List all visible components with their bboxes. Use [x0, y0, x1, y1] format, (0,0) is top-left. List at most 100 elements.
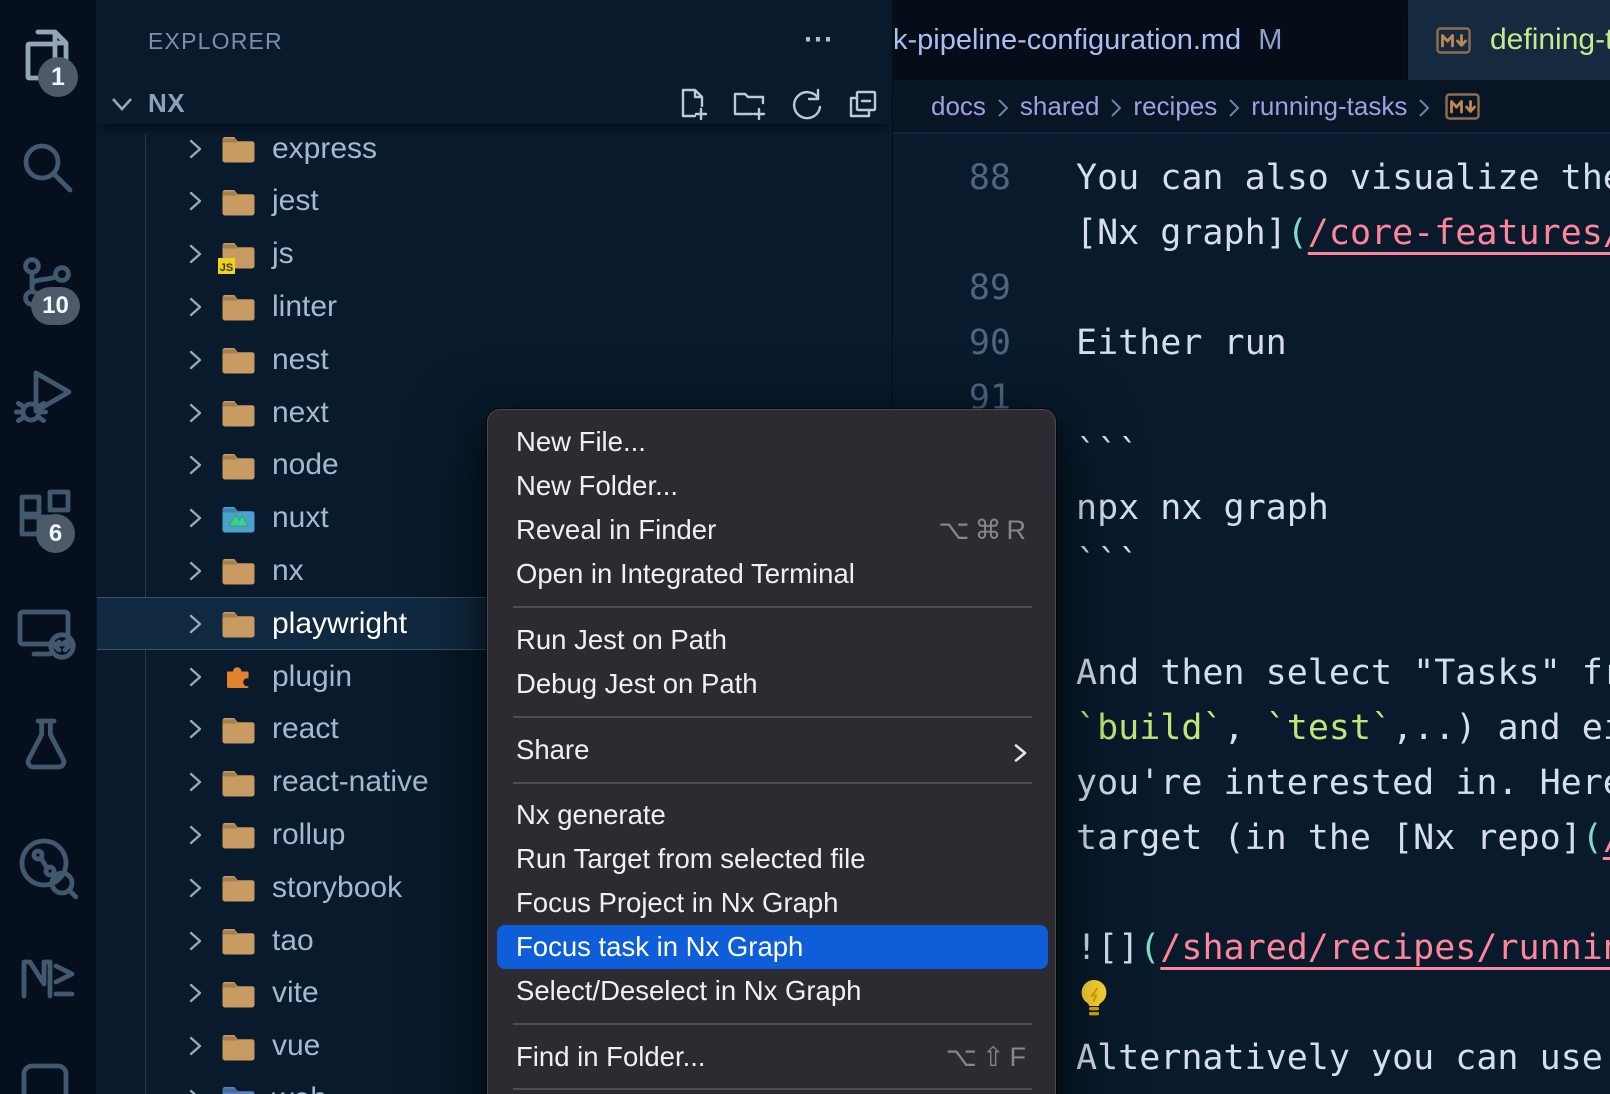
tree-item-jest[interactable]: jest — [97, 175, 891, 228]
code-line-text: Either run — [1076, 316, 1287, 371]
tree-item-label: tao — [272, 924, 314, 958]
code-line-text: [Nx graph](/core-features/explore-graph — [1076, 206, 1610, 261]
js-badge: JS — [218, 258, 235, 274]
activity-bar-item-run-and-debug[interactable] — [0, 348, 96, 444]
tree-item-linter[interactable]: linter — [97, 280, 891, 333]
code-line: 89 — [893, 261, 1610, 316]
code-text: ,..) and either choose — [1392, 708, 1610, 748]
chevron-right-icon[interactable] — [182, 875, 208, 901]
more-actions-icon[interactable]: ⋯ — [803, 22, 836, 57]
chevron-right-icon[interactable] — [182, 822, 208, 848]
debug-icon — [14, 362, 78, 426]
collapse-all-button[interactable] — [834, 85, 891, 123]
activity-bar: 1 10 6 — [0, 0, 96, 1094]
breadcrumb-item-recipes[interactable]: recipes — [1133, 91, 1217, 122]
chevron-right-icon[interactable] — [182, 452, 208, 478]
section-header-actions — [663, 85, 891, 123]
graph-search-icon — [14, 835, 78, 899]
folder-icon — [221, 134, 255, 163]
markdown-link[interactable]: /core-features/explore-graph — [1308, 213, 1610, 253]
chevron-right-icon[interactable] — [182, 1086, 208, 1094]
tree-item-label: nx — [272, 554, 304, 588]
activity-bar-item-extensions[interactable]: 6 — [0, 472, 96, 568]
tree-item-js[interactable]: JS js — [97, 228, 891, 281]
chevron-right-icon[interactable] — [182, 664, 208, 690]
chevron-right-icon[interactable] — [182, 505, 208, 531]
menu-item-label: Find in Folder... — [516, 1041, 706, 1073]
tree-item-nest[interactable]: nest — [97, 333, 891, 386]
tab-label: k-pipeline-configuration.md — [893, 24, 1241, 57]
activity-bar-item-testing[interactable] — [0, 698, 96, 794]
code-line-text — [1076, 976, 1112, 1031]
code-text: `test` — [1266, 708, 1392, 748]
menu-item-label: Focus task in Nx Graph — [516, 931, 803, 963]
menu-item-new-folder[interactable]: New Folder... — [488, 464, 1057, 508]
menu-item-debug-jest-on-path[interactable]: Debug Jest on Path — [488, 662, 1057, 706]
folder-icon — [221, 1032, 255, 1061]
chevron-right-icon[interactable] — [182, 928, 208, 954]
menu-item-run-target-from-selected-file[interactable]: Run Target from selected file — [488, 837, 1057, 881]
new-folder-button[interactable] — [720, 85, 777, 123]
activity-bar-item-remote-explorer[interactable] — [0, 586, 96, 682]
breadcrumb-item-running-tasks[interactable]: running-tasks — [1251, 91, 1407, 122]
tab-defining-task-pipeline[interactable]: defining-t — [1408, 0, 1610, 80]
badge: 6 — [36, 514, 75, 553]
chevron-right-icon[interactable] — [182, 188, 208, 214]
chevron-right-icon[interactable] — [182, 980, 208, 1006]
code-text: Alternatively you can use the — [1076, 1038, 1610, 1078]
activity-bar-item-nx-console[interactable] — [0, 932, 96, 1028]
chevron-right-icon[interactable] — [182, 241, 208, 267]
menu-item-label: Run Target from selected file — [516, 843, 866, 875]
menu-item-open-in-integrated-terminal[interactable]: Open in Integrated Terminal — [488, 552, 1057, 596]
code-text: ( — [1287, 213, 1308, 253]
chevron-right-icon[interactable] — [182, 1033, 208, 1059]
menu-item-label: New File... — [516, 426, 646, 458]
code-text: ( — [1582, 818, 1603, 858]
menu-item-label: Run Jest on Path — [516, 624, 727, 656]
folder-icon — [221, 451, 255, 480]
breadcrumb-item-shared[interactable]: shared — [1020, 91, 1100, 122]
folder-icon — [221, 398, 255, 427]
menu-separator — [513, 1088, 1032, 1090]
activity-bar-item-bottom-panel[interactable] — [0, 1044, 96, 1094]
menu-item-select-deselect-in-nx-graph[interactable]: Select/Deselect in Nx Graph — [488, 969, 1057, 1013]
chevron-right-icon[interactable] — [182, 716, 208, 742]
chevron-right-icon[interactable] — [182, 400, 208, 426]
menu-item-new-file[interactable]: New File... — [488, 420, 1057, 464]
section-title: NX — [148, 88, 185, 119]
breadcrumb-item-docs[interactable]: docs — [931, 91, 986, 122]
activity-bar-item-explorer[interactable]: 1 — [0, 9, 96, 105]
tab-task-pipeline-configuration[interactable]: k-pipeline-configuration.md M — [893, 0, 1407, 80]
menu-item-label: New Folder... — [516, 470, 678, 502]
menu-item-reveal-in-finder[interactable]: Reveal in Finder⌥⌘R — [488, 508, 1057, 552]
menu-item-focus-project-in-nx-graph[interactable]: Focus Project in Nx Graph — [488, 881, 1057, 925]
new-file-button[interactable] — [663, 85, 720, 123]
menu-item-nx-generate[interactable]: Nx generate — [488, 793, 1057, 837]
menu-item-focus-task-in-nx-graph[interactable]: Focus task in Nx Graph — [497, 925, 1048, 969]
tree-item-label: js — [272, 237, 294, 271]
chevron-right-icon[interactable] — [182, 769, 208, 795]
sidebar-title: EXPLORER — [148, 28, 283, 55]
code-line-text: you're interested in. Here's an example — [1076, 756, 1610, 811]
git-modified-badge: M — [1258, 24, 1282, 57]
tree-item-express[interactable]: express — [97, 124, 891, 175]
refresh-button[interactable] — [777, 85, 834, 123]
chevron-right-icon[interactable] — [182, 136, 208, 162]
chevron-right-icon[interactable] — [182, 347, 208, 373]
chevron-right-icon[interactable] — [182, 558, 208, 584]
chevron-right-icon[interactable] — [182, 611, 208, 637]
chevron-right-icon[interactable] — [182, 294, 208, 320]
menu-item-run-jest-on-path[interactable]: Run Jest on Path — [488, 618, 1057, 662]
activity-bar-item-search[interactable] — [0, 122, 96, 218]
markdown-link[interactable]: /nx-repo/graph — [1603, 818, 1610, 858]
remote-explorer-icon — [14, 600, 78, 664]
folder-icon — [221, 820, 255, 849]
menu-item-find-in-folder[interactable]: Find in Folder...⌥⇧F — [488, 1035, 1057, 1079]
code-line-text: target (in the [Nx repo](/nx-repo/graph — [1076, 811, 1610, 866]
explorer-section-header[interactable]: NX — [97, 82, 891, 124]
activity-bar-item-nx-cloud[interactable] — [0, 821, 96, 917]
folder-web-icon — [221, 1084, 255, 1094]
markdown-link[interactable]: /shared/recipes/running-tasks/nx — [1160, 928, 1610, 968]
menu-item-share[interactable]: Share — [488, 728, 1057, 772]
activity-bar-item-source-control[interactable]: 10 — [0, 236, 96, 332]
